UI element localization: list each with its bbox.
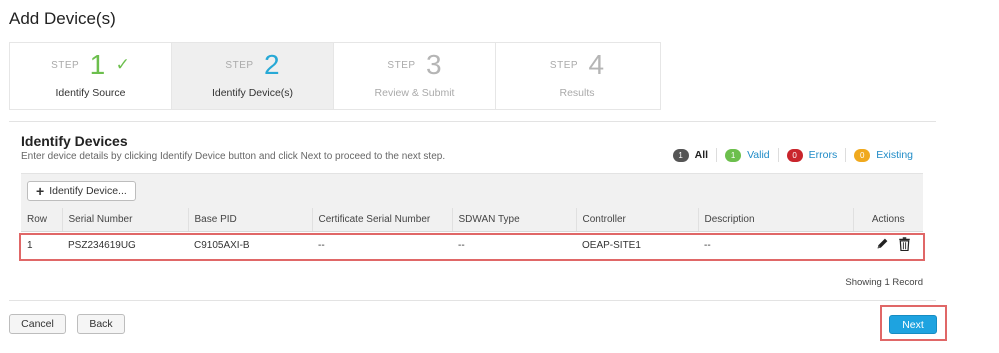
cell-serial-number: PSZ234619UG — [62, 231, 188, 259]
table-header-row: Row Serial Number Base PID Certificate S… — [21, 208, 923, 232]
step-word: STEP — [387, 59, 416, 71]
identify-device-button[interactable]: + Identify Device... — [27, 181, 136, 201]
filter-all[interactable]: 1 All — [665, 148, 718, 162]
cell-sdwan-type: -- — [452, 231, 576, 259]
cell-actions — [853, 231, 923, 259]
plus-icon: + — [36, 183, 45, 199]
cell-description: -- — [698, 231, 853, 259]
step-number: 2 — [264, 49, 280, 80]
next-highlight-box: Next — [880, 305, 947, 341]
filter-label: Existing — [876, 149, 913, 161]
filter-existing[interactable]: 0 Existing — [846, 148, 913, 162]
next-button[interactable]: Next — [889, 315, 937, 334]
step-word: STEP — [225, 59, 254, 71]
step-number: 3 — [426, 49, 442, 80]
trash-icon[interactable] — [898, 237, 911, 254]
column-header-row[interactable]: Row — [21, 208, 62, 232]
step-label: Identify Source — [55, 87, 126, 99]
column-header-serial-number[interactable]: Serial Number — [61, 208, 188, 232]
step-label: Review & Submit — [374, 87, 455, 99]
check-icon: ✓ — [115, 55, 130, 74]
count-badge: 1 — [725, 148, 742, 162]
cell-base-pid: C9105AXI-B — [188, 231, 312, 259]
step-number: 1 — [89, 49, 106, 80]
count-badge: 0 — [854, 148, 871, 162]
cancel-button[interactable]: Cancel — [9, 314, 66, 334]
step-identify-source[interactable]: STEP 1 ✓ Identify Source — [10, 43, 172, 109]
identify-device-label: Identify Device... — [49, 185, 127, 197]
record-count: Showing 1 Record — [845, 277, 923, 288]
status-filters: 1 All 1 Valid 0 Errors 0 Existing — [665, 148, 913, 162]
cell-row: 1 — [21, 231, 62, 259]
section-title: Identify Devices — [21, 133, 128, 149]
step-number: 4 — [588, 49, 605, 80]
step-results: STEP 4 Results — [496, 43, 658, 109]
filter-label: All — [694, 149, 709, 161]
cell-certificate-serial: -- — [312, 231, 452, 259]
column-header-actions: Actions — [852, 208, 923, 232]
column-header-sdwan-type[interactable]: SDWAN Type — [451, 208, 576, 232]
count-badge: 0 — [786, 148, 803, 162]
cell-controller: OEAP-SITE1 — [576, 231, 698, 259]
column-header-description[interactable]: Description — [697, 208, 853, 232]
table-toolbar: + Identify Device... — [21, 173, 923, 209]
column-header-controller[interactable]: Controller — [575, 208, 698, 232]
back-button[interactable]: Back — [77, 314, 125, 334]
section-description: Enter device details by clicking Identif… — [21, 151, 446, 162]
table-row[interactable]: 1 PSZ234619UG C9105AXI-B -- -- OEAP-SITE… — [21, 231, 923, 259]
step-label: Results — [559, 87, 595, 99]
step-label: Identify Device(s) — [211, 87, 294, 99]
step-review-submit: STEP 3 Review & Submit — [334, 43, 496, 109]
wizard-stepper: STEP 1 ✓ Identify Source STEP 2 Identify… — [9, 42, 661, 110]
count-badge: 1 — [672, 148, 689, 162]
filter-label: Errors — [808, 149, 838, 161]
filter-errors[interactable]: 0 Errors — [779, 148, 847, 162]
footer-divider — [9, 300, 936, 301]
filter-valid[interactable]: 1 Valid — [717, 148, 779, 162]
section-divider — [9, 121, 936, 122]
column-header-base-pid[interactable]: Base PID — [187, 208, 312, 232]
pencil-icon[interactable] — [876, 237, 889, 253]
page-title: Add Device(s) — [9, 9, 116, 28]
filter-label: Valid — [747, 149, 770, 161]
column-header-certificate-serial[interactable]: Certificate Serial Number — [311, 208, 452, 232]
step-identify-devices[interactable]: STEP 2 Identify Device(s) — [172, 43, 334, 109]
step-word: STEP — [51, 59, 80, 71]
devices-table: Row Serial Number Base PID Certificate S… — [21, 208, 923, 259]
step-word: STEP — [549, 59, 579, 71]
